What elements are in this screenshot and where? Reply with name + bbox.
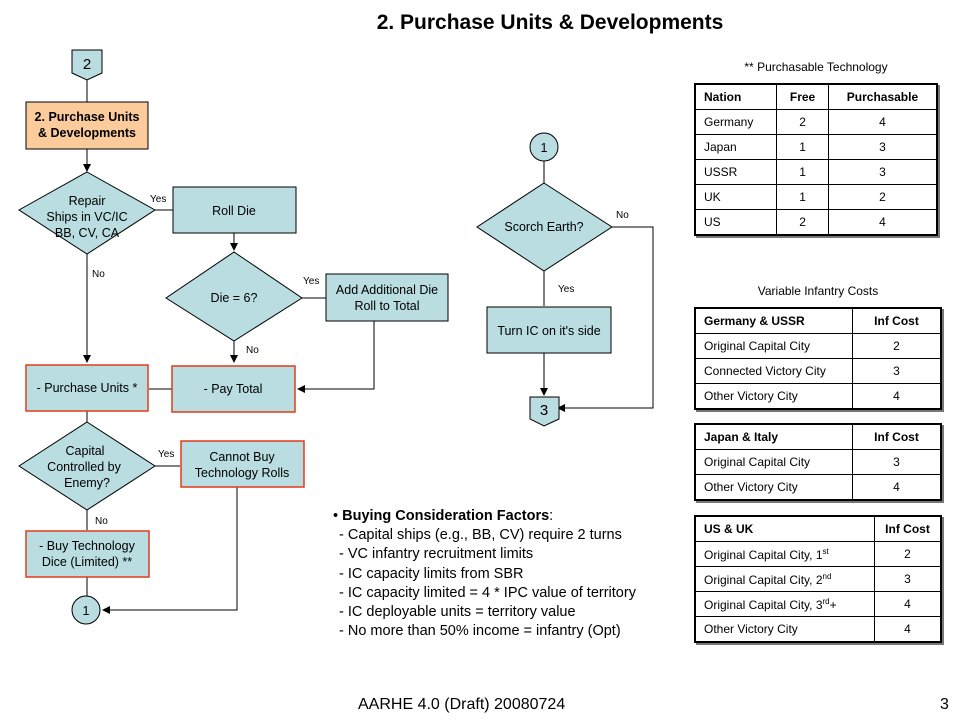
table-row: Connected Victory City 3 [694, 358, 942, 384]
svg-text:BB, CV, CA: BB, CV, CA [55, 226, 120, 240]
buying-factors: • Buying Consideration Factors: - Capita… [333, 507, 636, 641]
svg-text:Scorch Earth?: Scorch Earth? [504, 220, 583, 234]
table-row: Original Capital City, 1st 2 [694, 541, 942, 567]
svg-text:- Purchase Units *: - Purchase Units * [37, 381, 138, 395]
table-row: Original Capital City, 2nd 3 [694, 566, 942, 592]
start-box-purchase-units[interactable]: 2. Purchase Units & Developments [25, 101, 149, 150]
connector-1-right[interactable]: 1 [529, 132, 559, 162]
tech-table-header: Nation Free Purchasable [694, 83, 938, 110]
table-row: Original Capital City 2 [694, 333, 942, 359]
svg-text:Controlled by: Controlled by [47, 460, 121, 474]
table-row: Germany 2 4 [694, 109, 938, 135]
die6-yes-label: Yes [303, 276, 319, 287]
capital-no-label: No [95, 516, 108, 527]
scorch-earth-decision[interactable]: Scorch Earth? [476, 182, 613, 272]
factor-item: - VC infantry recruitment limits [339, 546, 534, 563]
us-uk-table: US & UK Inf Cost Original Capital City, 1… [694, 515, 942, 643]
infantry-caption: Variable Infantry Costs [757, 284, 879, 298]
factor-item: - IC capacity limited = 4 * IPC value of… [339, 584, 636, 601]
svg-text:Dice (Limited) **: Dice (Limited) ** [42, 555, 132, 569]
die-equals-6-decision[interactable]: Die = 6? [165, 251, 303, 342]
table-header: Japan & Italy Inf Cost [694, 423, 942, 450]
capital-yes-label: Yes [158, 449, 174, 460]
svg-text:3: 3 [540, 402, 548, 419]
end-connector-3[interactable]: 3 [529, 396, 560, 427]
buy-technology-box[interactable]: - Buy Technology Dice (Limited) ** [25, 530, 150, 578]
factors-heading: • Buying Consideration Factors: [333, 508, 554, 524]
pay-total-box[interactable]: - Pay Total [171, 365, 296, 413]
factor-item: - IC capacity limits from SBR [339, 565, 524, 582]
table-row: Other Victory City 4 [694, 383, 942, 410]
table-row: USSR 1 3 [694, 159, 938, 185]
connector-1-left[interactable]: 1 [71, 595, 101, 625]
svg-text:Repair: Repair [69, 194, 106, 208]
table-row: Original Capital City, 3rd+ 4 [694, 591, 942, 617]
svg-text:Technology Rolls: Technology Rolls [195, 466, 290, 480]
svg-text:Die = 6?: Die = 6? [211, 291, 258, 305]
factor-item: - IC deployable units = territory value [339, 604, 576, 621]
svg-text:1: 1 [541, 141, 548, 155]
table-row: US 2 4 [694, 209, 938, 236]
tech-table-caption: ** Purchasable Technology [744, 60, 888, 74]
add-additional-die-box[interactable]: Add Additional Die Roll to Total [325, 273, 449, 322]
table-row: UK 1 2 [694, 184, 938, 210]
table-row: Original Capital City 3 [694, 449, 942, 475]
scorch-no-label: No [616, 210, 629, 221]
svg-text:2. Purchase Units: 2. Purchase Units [35, 110, 140, 124]
table-header: US & UK Inf Cost [694, 515, 942, 542]
scorch-yes-label: Yes [558, 284, 574, 295]
repair-yes-label: Yes [150, 194, 166, 205]
svg-text:Enemy?: Enemy? [64, 476, 110, 490]
germany-ussr-table: Germany & USSR Inf Cost Original Capital … [694, 307, 942, 410]
svg-text:2: 2 [83, 56, 91, 73]
svg-text:Ships in VC/IC: Ships in VC/IC [46, 210, 127, 224]
capital-controlled-decision[interactable]: Capital Controlled by Enemy? [18, 421, 156, 511]
tech-table: Nation Free Purchasable Germany 2 4 Japan 1… [694, 83, 938, 236]
table-row: Japan 1 3 [694, 134, 938, 160]
svg-text:& Developments: & Developments [38, 126, 136, 140]
table-row: Other Victory City 4 [694, 474, 942, 501]
turn-ic-box[interactable]: Turn IC on it's side [486, 306, 612, 354]
svg-text:Add Additional Die: Add Additional Die [336, 283, 438, 297]
page-number: 3 [940, 696, 949, 713]
factor-item: - Capital ships (e.g., BB, CV) require 2… [339, 527, 622, 544]
purchase-units-box[interactable]: - Purchase Units * [25, 364, 149, 412]
japan-italy-table: Japan & Italy Inf Cost Original Capital C… [694, 423, 942, 501]
footer-text: AARHE 4.0 (Draft) 20080724 [358, 696, 566, 713]
svg-text:Capital: Capital [66, 444, 105, 458]
svg-text:Turn IC on it's side: Turn IC on it's side [497, 324, 600, 338]
svg-text:- Pay Total: - Pay Total [204, 382, 263, 396]
table-row: Other Victory City 4 [694, 616, 942, 643]
start-connector-2[interactable]: 2 [71, 49, 103, 81]
svg-text:Cannot Buy: Cannot Buy [209, 450, 275, 464]
cannot-buy-tech-box[interactable]: Cannot Buy Technology Rolls [180, 440, 305, 488]
svg-text:Roll Die: Roll Die [212, 204, 256, 218]
repair-no-label: No [92, 269, 105, 280]
factor-item: - No more than 50% income = infantry (Op… [339, 623, 621, 640]
svg-text:- Buy Technology: - Buy Technology [39, 539, 135, 553]
repair-ships-decision[interactable]: Repair Ships in VC/IC BB, CV, CA [18, 171, 156, 255]
svg-text:Roll to Total: Roll to Total [354, 299, 419, 313]
svg-text:1: 1 [83, 604, 90, 618]
die6-no-label: No [246, 345, 259, 356]
table-header: Germany & USSR Inf Cost [694, 307, 942, 334]
roll-die-box[interactable]: Roll Die [172, 186, 297, 234]
